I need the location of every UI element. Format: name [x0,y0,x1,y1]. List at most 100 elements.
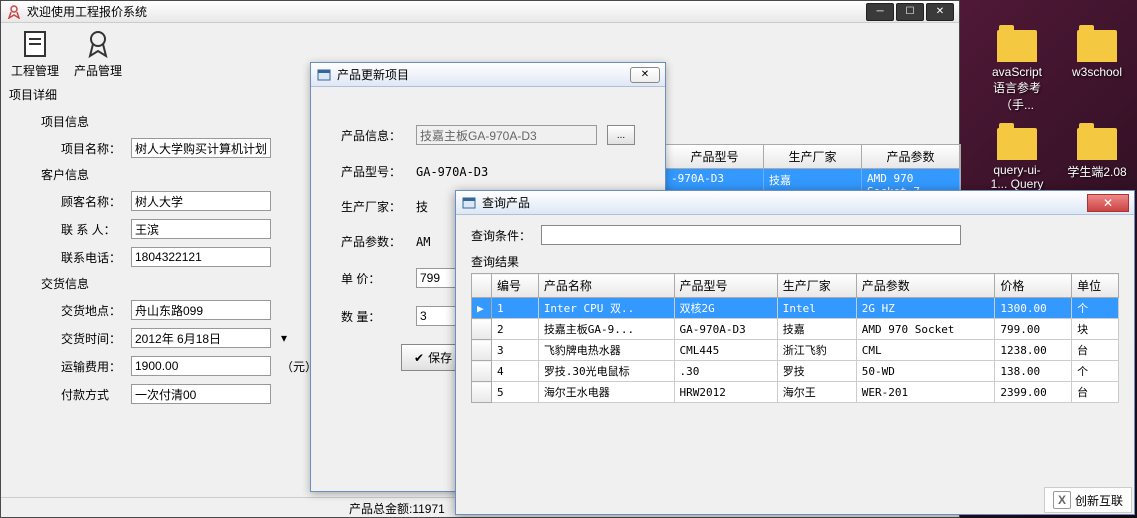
customer-name-label: 顾客名称： [61,193,121,210]
cell-unit: 台 [1072,340,1119,361]
cell-id: 1 [492,298,539,319]
project-name-input[interactable] [131,138,271,158]
col-model[interactable]: 产品型号 [666,145,764,168]
row-header-col [472,274,492,298]
model-value: GA-970A-D3 [416,165,488,179]
col-mfr[interactable]: 生产厂家 [777,274,856,298]
cell-price: 1300.00 [995,298,1072,319]
cell-unit: 台 [1072,382,1119,403]
cell-params: 2G HZ [856,298,995,319]
update-title: 产品更新项目 [337,66,630,83]
location-label: 交货地点： [61,302,121,319]
cell-mfr: 浙江飞豹 [777,340,856,361]
watermark: X 创新互联 [1044,487,1132,513]
table-row[interactable]: 3 飞豹牌电热水器 CML445 浙江飞豹 CML 1238.00 台 [472,340,1119,361]
cell-unit: 个 [1072,298,1119,319]
cell-params: WER-201 [856,382,995,403]
cell-params: AMD 970 Socket [856,319,995,340]
cell-id: 2 [492,319,539,340]
minimize-button[interactable]: ─ [866,3,894,21]
award-icon [82,28,114,60]
cell-mfr: 海尔王 [777,382,856,403]
payment-input[interactable] [131,384,271,404]
close-button[interactable]: ✕ [926,3,954,21]
col-params[interactable]: 产品参数 [862,145,960,168]
desktop-folder[interactable]: w3school [1067,30,1127,113]
cell-price: 2399.00 [995,382,1072,403]
check-icon: ✔ [414,351,424,365]
watermark-logo-icon: X [1053,491,1071,509]
table-row[interactable]: 5 海尔王水电器 HRW2012 海尔王 WER-201 2399.00 台 [472,382,1119,403]
cell-mfr: 罗技 [777,361,856,382]
query-product-dialog: 查询产品 ✕ 查询条件： 查询结果 编号 产品名称 产品型号 生产厂家 产品参数… [455,190,1135,515]
table-row[interactable]: 4 罗技.30光电鼠标 .30 罗技 50-WD 138.00 个 [472,361,1119,382]
col-unit[interactable]: 单位 [1072,274,1119,298]
payment-label: 付款方式 [61,386,121,403]
table-row[interactable]: 2 技嘉主板GA-9... GA-970A-D3 技嘉 AMD 970 Sock… [472,319,1119,340]
delivery-time-input[interactable] [131,328,271,348]
app-icon [6,4,22,20]
total-value: 11971 [412,502,444,516]
browse-button[interactable]: ... [607,125,635,145]
result-label: 查询结果 [471,253,1119,270]
contact-label: 联 系 人： [61,221,121,238]
query-input[interactable] [541,225,961,245]
price-label: 单 价： [341,270,406,287]
cell-model: .30 [674,361,777,382]
maximize-button[interactable]: ☐ [896,3,924,21]
result-table: 编号 产品名称 产品型号 生产厂家 产品参数 价格 单位 ▶ 1 Inter C… [471,273,1119,403]
table-row[interactable]: ▶ 1 Inter CPU 双.. 双核2G Intel 2G HZ 1300.… [472,298,1119,319]
location-input[interactable] [131,300,271,320]
mfr-label: 生产厂家： [341,198,406,215]
cell-unit: 块 [1072,319,1119,340]
cell-name: 海尔王水电器 [538,382,674,403]
row-header[interactable]: ▶ [472,298,492,319]
mfr-value: 技 [416,198,428,215]
dropdown-icon[interactable]: ▾ [281,331,287,345]
col-name[interactable]: 产品名称 [538,274,674,298]
col-params[interactable]: 产品参数 [856,274,995,298]
col-model[interactable]: 产品型号 [674,274,777,298]
cell-model: 双核2G [674,298,777,319]
cell-params: 50-WD [856,361,995,382]
row-header[interactable] [472,361,492,382]
watermark-text: 创新互联 [1075,492,1123,509]
project-name-label: 项目名称： [61,140,121,157]
info-label: 产品信息： [341,127,406,144]
cell-model: CML445 [674,340,777,361]
product-mgmt-button[interactable]: 产品管理 [74,28,122,79]
customer-name-input[interactable] [131,191,271,211]
query-titlebar: 查询产品 ✕ [456,191,1134,215]
contact-input[interactable] [131,219,271,239]
col-id[interactable]: 编号 [492,274,539,298]
shipping-label: 运输费用： [61,358,121,375]
query-close-button[interactable]: ✕ [1087,194,1129,212]
phone-label: 联系电话： [61,249,121,266]
cell-params: CML [856,340,995,361]
query-cond-label: 查询条件： [471,227,531,244]
cell-name: 罗技.30光电鼠标 [538,361,674,382]
cell-name: 飞豹牌电热水器 [538,340,674,361]
cell-price: 138.00 [995,361,1072,382]
main-title: 欢迎使用工程报价系统 [27,3,866,20]
cell-mfr: 技嘉 [777,319,856,340]
col-mfr[interactable]: 生产厂家 [764,145,862,168]
total-label: 产品总金额: [349,502,412,516]
phone-input[interactable] [131,247,271,267]
update-close-button[interactable]: ✕ [630,67,660,83]
row-header[interactable] [472,382,492,403]
cell-mfr: Intel [777,298,856,319]
document-icon [19,28,51,60]
row-header[interactable] [472,319,492,340]
cell-model: GA-970A-D3 [674,319,777,340]
desktop-folder[interactable]: avaScript语言参考（手... [987,30,1047,113]
cell-id: 5 [492,382,539,403]
cell-name: Inter CPU 双.. [538,298,674,319]
model-label: 产品型号： [341,163,406,180]
project-mgmt-button[interactable]: 工程管理 [11,28,59,79]
col-price[interactable]: 价格 [995,274,1072,298]
info-input [416,125,597,145]
shipping-input[interactable] [131,356,271,376]
cell-name: 技嘉主板GA-9... [538,319,674,340]
row-header[interactable] [472,340,492,361]
